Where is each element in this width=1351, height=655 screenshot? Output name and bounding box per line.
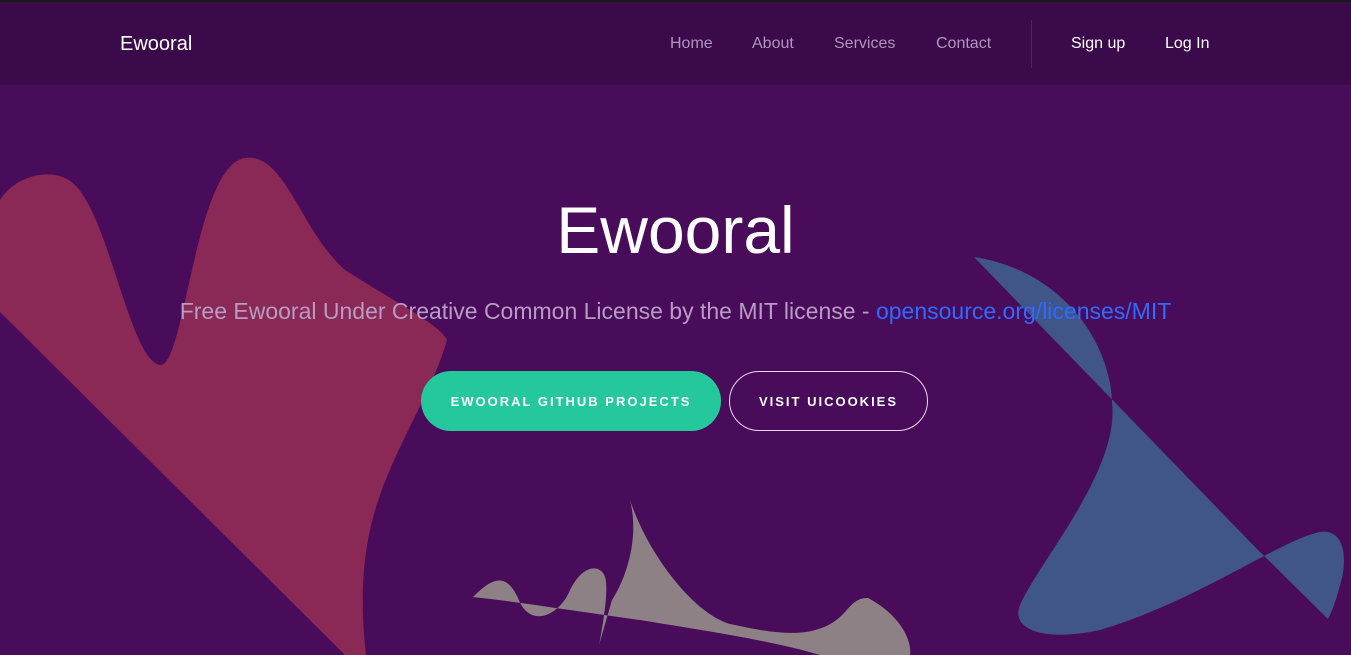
hero-subtitle: Free Ewooral Under Creative Common Licen… bbox=[0, 298, 1351, 325]
visit-uicookies-button[interactable]: VISIT UICOOKIES bbox=[729, 371, 928, 431]
nav-divider bbox=[1031, 20, 1032, 68]
hero-section: Ewooral Free Ewooral Under Creative Comm… bbox=[0, 85, 1351, 655]
brand-logo-text[interactable]: Ewooral bbox=[120, 33, 192, 56]
nav-link-home[interactable]: Home bbox=[670, 35, 713, 53]
login-link[interactable]: Log In bbox=[1165, 35, 1209, 53]
hero-title: Ewooral bbox=[556, 193, 795, 267]
github-projects-button[interactable]: EWOORAL GITHUB PROJECTS bbox=[421, 371, 721, 431]
hero-subtitle-text: Free Ewooral Under Creative Common Licen… bbox=[179, 298, 876, 324]
nav-link-contact[interactable]: Contact bbox=[936, 35, 991, 53]
top-navbar: Ewooral Home About Services Contact Sign… bbox=[0, 2, 1351, 85]
window-top-edge bbox=[0, 0, 1351, 2]
nav-link-about[interactable]: About bbox=[752, 35, 794, 53]
signup-link[interactable]: Sign up bbox=[1071, 35, 1125, 53]
mit-license-link[interactable]: opensource.org/licenses/MIT bbox=[876, 298, 1171, 324]
nav-link-services[interactable]: Services bbox=[834, 35, 895, 53]
